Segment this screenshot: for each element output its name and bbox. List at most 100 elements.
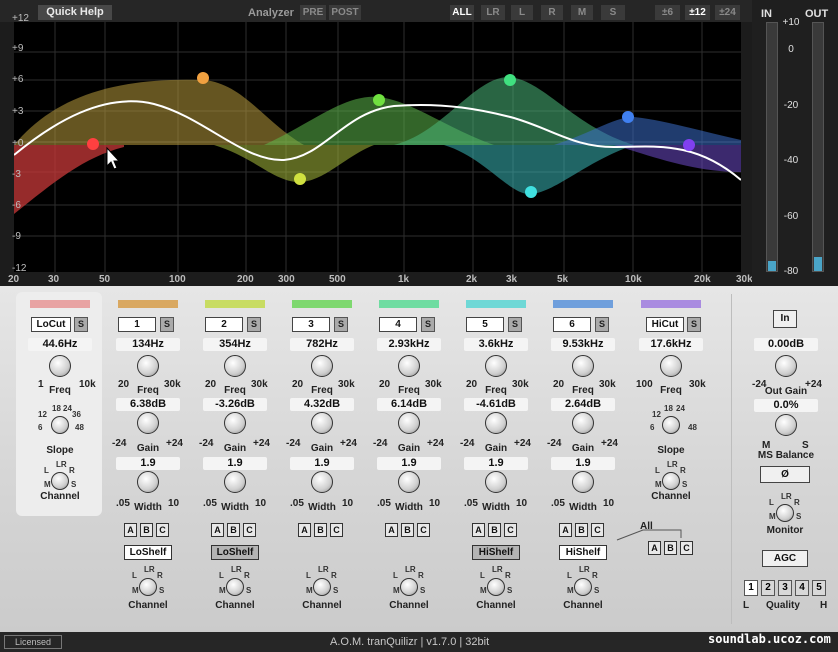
monitor-knob[interactable] <box>776 504 794 522</box>
band-a-button[interactable]: A <box>472 523 485 537</box>
band-a-button[interactable]: A <box>211 523 224 537</box>
band-shelf-button[interactable]: LoShelf <box>211 545 259 560</box>
input-enable-button[interactable]: In <box>773 310 797 328</box>
band-channel-knob[interactable] <box>226 578 244 596</box>
analyzer-post-button[interactable]: POST <box>329 5 361 20</box>
hicut-freq-knob[interactable] <box>660 355 682 377</box>
band-freq-knob[interactable] <box>572 355 594 377</box>
band-gain-knob[interactable] <box>572 412 594 434</box>
hicut-channel-knob[interactable] <box>662 472 680 490</box>
band-freq-knob[interactable] <box>224 355 246 377</box>
band-enable-button[interactable]: 3 <box>292 317 330 332</box>
analyzer-pre-button[interactable]: PRE <box>300 5 326 20</box>
band3-node[interactable] <box>373 94 385 106</box>
out-gain-knob[interactable] <box>775 355 797 377</box>
band-solo-button[interactable]: S <box>334 317 348 332</box>
band-solo-button[interactable]: S <box>595 317 609 332</box>
band-gain-knob[interactable] <box>224 412 246 434</box>
hicut-solo-button[interactable]: S <box>687 317 701 332</box>
view-lr-button[interactable]: LR <box>481 5 505 20</box>
quick-help-button[interactable]: Quick Help <box>38 5 112 20</box>
agc-button[interactable]: AGC <box>762 550 808 567</box>
band-shelf-button[interactable]: LoShelf <box>124 545 172 560</box>
band-width-knob[interactable] <box>137 471 159 493</box>
band-shelf-button[interactable]: HiShelf <box>472 545 520 560</box>
band-c-button[interactable]: C <box>417 523 430 537</box>
band-solo-button[interactable]: S <box>247 317 261 332</box>
band-width-knob[interactable] <box>485 471 507 493</box>
band-c-button[interactable]: C <box>156 523 169 537</box>
hicut-node[interactable] <box>683 139 695 151</box>
view-r-button[interactable]: R <box>541 5 563 20</box>
band-a-button[interactable]: A <box>559 523 572 537</box>
band-b-button[interactable]: B <box>314 523 327 537</box>
view-s-button[interactable]: S <box>601 5 625 20</box>
band-c-button[interactable]: C <box>591 523 604 537</box>
phase-invert-button[interactable]: Ø <box>760 466 810 483</box>
band-gain-knob[interactable] <box>485 412 507 434</box>
range-6-button[interactable]: ±6 <box>655 5 680 20</box>
band-gain-knob[interactable] <box>398 412 420 434</box>
band-channel-knob[interactable] <box>487 578 505 596</box>
band-freq-knob[interactable] <box>311 355 333 377</box>
ms-balance-knob[interactable] <box>775 414 797 436</box>
band-channel-knob[interactable] <box>400 578 418 596</box>
band1-node[interactable] <box>197 72 209 84</box>
band-c-button[interactable]: C <box>243 523 256 537</box>
lowcut-solo-button[interactable]: S <box>74 317 88 332</box>
band6-node[interactable] <box>622 111 634 123</box>
lowcut-node[interactable] <box>87 138 99 150</box>
band-width-knob[interactable] <box>224 471 246 493</box>
quality-2-button[interactable]: 2 <box>761 580 775 596</box>
band-freq-knob[interactable] <box>485 355 507 377</box>
quality-1-button[interactable]: 1 <box>744 580 758 596</box>
band-b-button[interactable]: B <box>140 523 153 537</box>
lowcut-freq-knob[interactable] <box>49 355 71 377</box>
band-enable-button[interactable]: 1 <box>118 317 156 332</box>
band-b-button[interactable]: B <box>401 523 414 537</box>
band-enable-button[interactable]: 4 <box>379 317 417 332</box>
band-a-button[interactable]: A <box>385 523 398 537</box>
band-enable-button[interactable]: 2 <box>205 317 243 332</box>
quality-5-button[interactable]: 5 <box>812 580 826 596</box>
band-solo-button[interactable]: S <box>421 317 435 332</box>
band-solo-button[interactable]: S <box>160 317 174 332</box>
lowcut-enable-button[interactable]: LoCut <box>31 317 71 332</box>
band-enable-button[interactable]: 5 <box>466 317 504 332</box>
eq-curve-display[interactable] <box>14 22 741 272</box>
hicut-enable-button[interactable]: HiCut <box>646 317 684 332</box>
band4-node[interactable] <box>504 74 516 86</box>
quality-3-button[interactable]: 3 <box>778 580 792 596</box>
band-freq-knob[interactable] <box>398 355 420 377</box>
band-width-knob[interactable] <box>572 471 594 493</box>
band-b-button[interactable]: B <box>227 523 240 537</box>
hicut-slope-knob[interactable] <box>662 416 680 434</box>
band-channel-knob[interactable] <box>574 578 592 596</box>
band2-node[interactable] <box>294 173 306 185</box>
band-b-button[interactable]: B <box>488 523 501 537</box>
band-channel-knob[interactable] <box>313 578 331 596</box>
band-shelf-button[interactable]: HiShelf <box>559 545 607 560</box>
view-m-button[interactable]: M <box>571 5 593 20</box>
all-b-button[interactable]: B <box>664 541 677 555</box>
lowcut-slope-knob[interactable] <box>51 416 69 434</box>
lowcut-channel-knob[interactable] <box>51 472 69 490</box>
band-a-button[interactable]: A <box>298 523 311 537</box>
view-l-button[interactable]: L <box>511 5 533 20</box>
view-all-button[interactable]: ALL <box>450 5 474 20</box>
all-a-button[interactable]: A <box>648 541 661 555</box>
band-gain-knob[interactable] <box>137 412 159 434</box>
band-gain-knob[interactable] <box>311 412 333 434</box>
quality-4-button[interactable]: 4 <box>795 580 809 596</box>
band-solo-button[interactable]: S <box>508 317 522 332</box>
range-24-button[interactable]: ±24 <box>715 5 740 20</box>
band-freq-knob[interactable] <box>137 355 159 377</box>
band-c-button[interactable]: C <box>330 523 343 537</box>
band-width-knob[interactable] <box>311 471 333 493</box>
range-12-button[interactable]: ±12 <box>685 5 710 20</box>
band-a-button[interactable]: A <box>124 523 137 537</box>
band-c-button[interactable]: C <box>504 523 517 537</box>
band-width-knob[interactable] <box>398 471 420 493</box>
band5-node[interactable] <box>525 186 537 198</box>
band-channel-knob[interactable] <box>139 578 157 596</box>
